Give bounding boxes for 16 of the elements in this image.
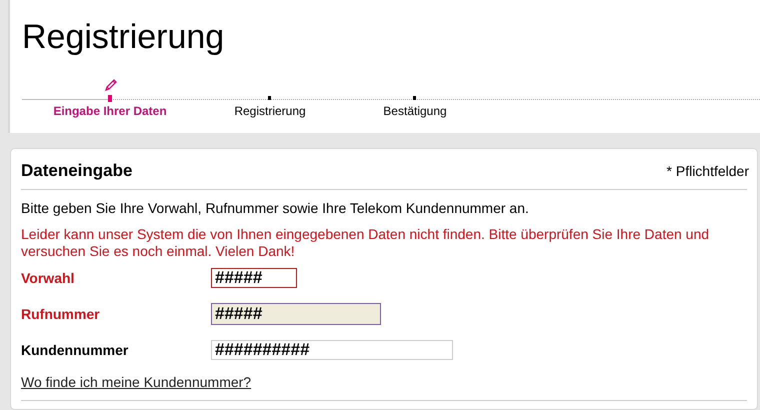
- required-note: * Pflichtfelder: [666, 163, 749, 179]
- field-label: Rufnummer: [21, 306, 101, 322]
- step-label[interactable]: Eingabe Ihrer Daten: [53, 104, 167, 118]
- pencil-icon: [104, 78, 118, 92]
- input-field[interactable]: #####: [211, 268, 297, 288]
- help-link[interactable]: Wo finde ich meine Kundennummer?: [21, 374, 252, 390]
- step-label[interactable]: Registrierung: [234, 104, 306, 118]
- field-label: Kundennummer: [21, 342, 130, 358]
- intro-text: Bitte geben Sie Ihre Vorwahl, Rufnummer sowie Ihre Telekom Kundennummer an.: [21, 200, 530, 216]
- step-label[interactable]: Bestätigung: [383, 104, 447, 118]
- input-field[interactable]: ##########: [211, 340, 453, 360]
- error-message: Leider kann unser System die von Ihnen eingegebenen Daten nicht finden. Bitte überprüfen Sie Ihre Daten und versuchen Sie es noch einmal. Vielen Dank!: [21, 226, 710, 260]
- field-label: Vorwahl: [21, 270, 76, 286]
- input-field[interactable]: #####: [211, 303, 381, 325]
- section-heading: Dateneingabe: [21, 161, 132, 181]
- page-title: Registrierung: [22, 18, 224, 57]
